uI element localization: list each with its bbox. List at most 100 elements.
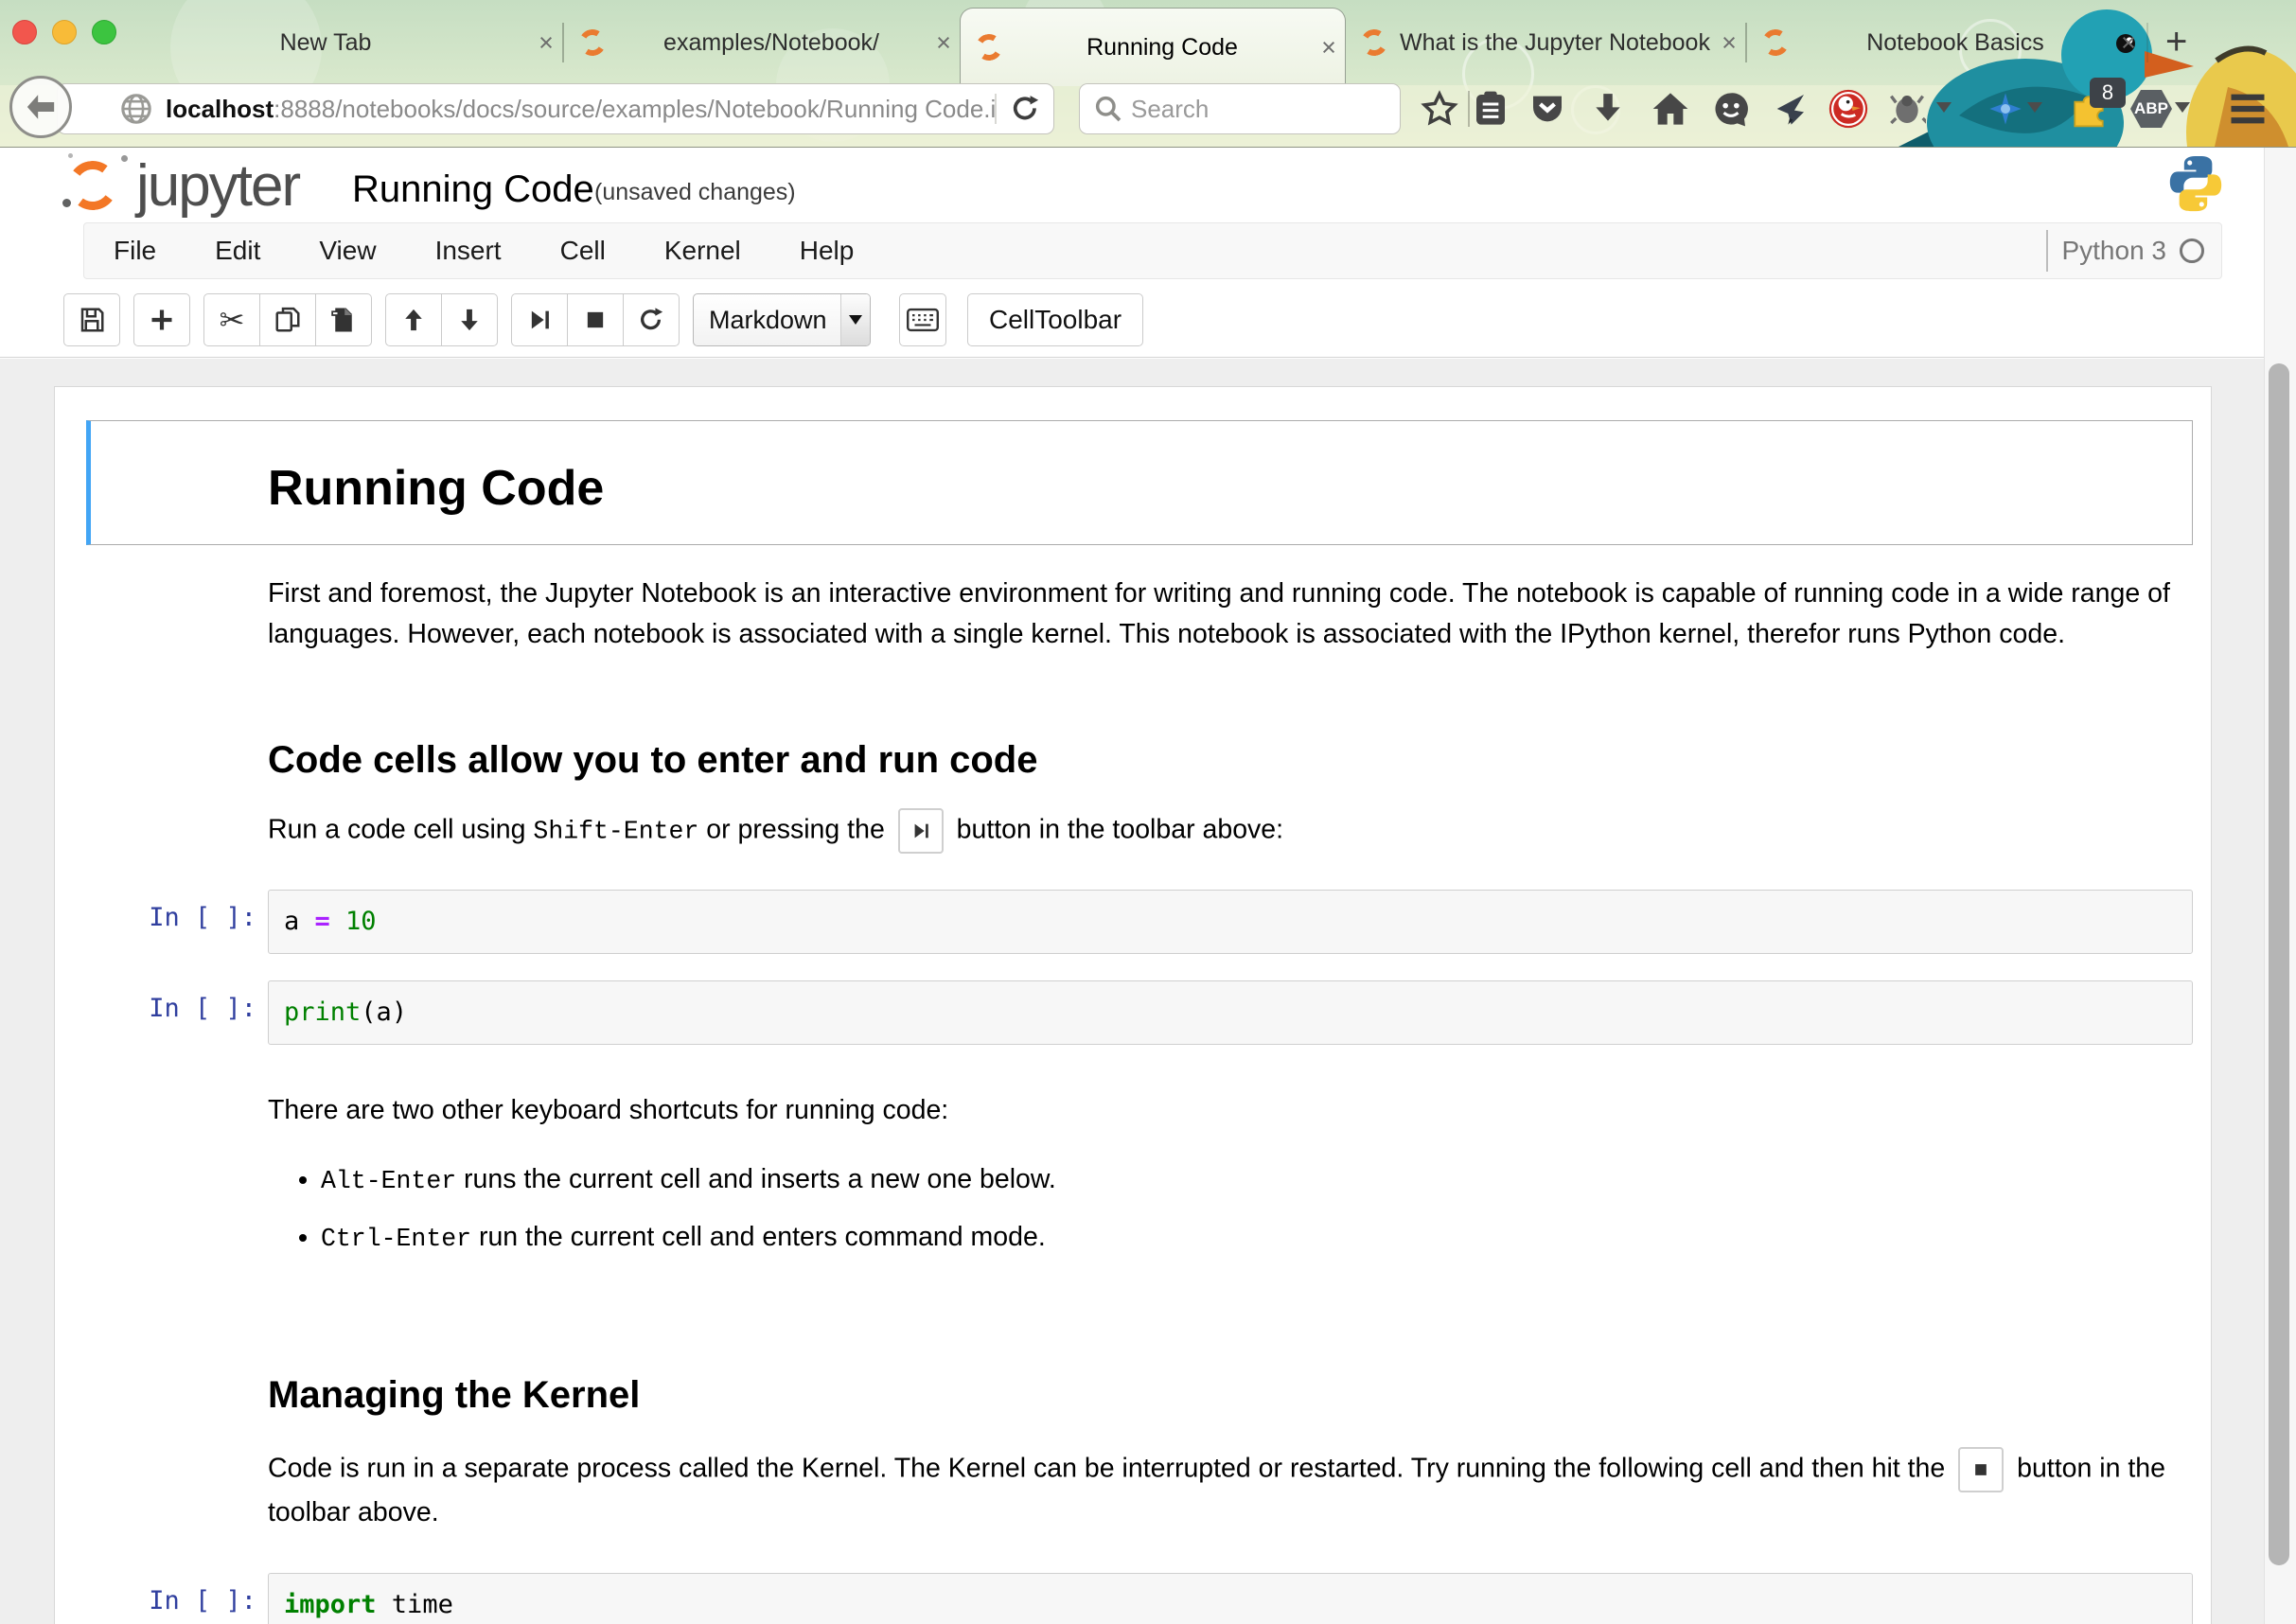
- reading-list-icon[interactable]: [1469, 87, 1512, 131]
- url-bar[interactable]: localhost:8888/notebooks/docs/source/exa…: [57, 83, 1054, 134]
- back-button[interactable]: [9, 76, 72, 138]
- bookmark-star-icon[interactable]: [1418, 87, 1461, 131]
- cell-type-select[interactable]: Markdown: [693, 293, 871, 346]
- markdown-cell-shortcuts[interactable]: There are two other keyboard shortcuts f…: [86, 1058, 2193, 1290]
- duckduckgo-icon[interactable]: [1827, 87, 1870, 131]
- window-close-button[interactable]: [12, 20, 37, 44]
- run-instruction-line: Run a code cell using Shift-Enter or pre…: [268, 808, 2193, 854]
- jupyter-logo-icon: [66, 155, 129, 214]
- tab-close-icon[interactable]: ×: [530, 28, 562, 58]
- inline-code-ctrl-enter: Ctrl-Enter: [321, 1225, 471, 1253]
- tab-examples-notebook[interactable]: examples/Notebook/ ×: [564, 0, 960, 85]
- tab-close-icon[interactable]: ×: [2112, 28, 2145, 58]
- checkpoint-status: (unsaved changes): [594, 179, 796, 206]
- code-cell-3: In [ ]: import time time.sleep(10): [86, 1556, 2193, 1624]
- kernel-divider: [2046, 230, 2048, 272]
- tab-close-icon[interactable]: ×: [1313, 33, 1345, 62]
- markdown-cell-kernel-text[interactable]: Code is run in a separate process called…: [86, 1430, 2193, 1556]
- notebook-h2-kernel: Managing the Kernel: [268, 1371, 2193, 1419]
- new-tab-button[interactable]: +: [2165, 25, 2187, 59]
- tab-label: What is the Jupyter Notebook: [1397, 29, 1713, 57]
- back-arrow-icon: [25, 93, 57, 121]
- markdown-cell-title[interactable]: Running Code: [86, 420, 2193, 545]
- adblock-plus-icon[interactable]: ABP: [2129, 87, 2173, 131]
- menu-cell[interactable]: Cell: [531, 236, 635, 266]
- step-forward-icon: [910, 821, 931, 841]
- run-cell-button[interactable]: [511, 293, 568, 346]
- interrupt-kernel-button[interactable]: [568, 293, 624, 346]
- code-input-1[interactable]: a = 10: [268, 890, 2193, 954]
- menu-help[interactable]: Help: [770, 236, 884, 266]
- menu-view[interactable]: View: [290, 236, 405, 266]
- extension-2-dropdown-caret[interactable]: [2027, 102, 2042, 113]
- tab-new-tab[interactable]: New Tab ×: [121, 0, 562, 85]
- scrollbar-track[interactable]: [2264, 148, 2296, 1624]
- jupyter-header: jupyter Running Code (unsaved changes): [0, 148, 2296, 221]
- refresh-icon: [638, 307, 664, 333]
- url-text[interactable]: localhost:8888/notebooks/docs/source/exa…: [166, 95, 995, 124]
- markdown-cell-run-instructions[interactable]: Run a code cell using Shift-Enter or pre…: [86, 795, 2193, 876]
- python-logo-icon: [2167, 153, 2224, 214]
- paste-cell-button[interactable]: [316, 293, 372, 346]
- jupyter-favicon-icon: [973, 31, 1004, 62]
- move-cell-down-button[interactable]: [442, 293, 498, 346]
- jupyter-favicon-icon: [576, 26, 608, 58]
- window-minimize-button[interactable]: [52, 20, 77, 44]
- inline-code-alt-enter: Alt-Enter: [321, 1167, 456, 1195]
- tab-notebook-basics[interactable]: Notebook Basics ×: [1747, 0, 2145, 85]
- copy-cell-button[interactable]: [260, 293, 316, 346]
- cell-type-value: Markdown: [709, 306, 840, 335]
- inline-code-shift-enter: Shift-Enter: [533, 818, 698, 846]
- extension-icon-1[interactable]: [1885, 87, 1929, 131]
- select-dropdown-strip: [840, 294, 870, 345]
- celltoolbar-button[interactable]: CellToolbar: [967, 293, 1143, 346]
- menu-edit[interactable]: Edit: [185, 236, 290, 266]
- notebook-title[interactable]: Running Code: [352, 168, 594, 211]
- tab-close-icon[interactable]: ×: [927, 28, 960, 58]
- menu-kernel[interactable]: Kernel: [635, 236, 770, 266]
- jupyter-logo[interactable]: jupyter: [66, 155, 299, 214]
- url-path: :8888/notebooks/docs/source/examples/Not…: [274, 95, 995, 123]
- adblock-dropdown-caret[interactable]: [2175, 102, 2190, 113]
- markdown-cell-code-cells[interactable]: Code cells allow you to enter and run co…: [86, 678, 2193, 795]
- command-palette-button[interactable]: [899, 293, 946, 346]
- stop-icon: [1971, 1460, 1990, 1479]
- arrow-down-icon: [456, 307, 483, 333]
- extension-1-dropdown-caret[interactable]: [1936, 102, 1952, 113]
- insert-cell-button[interactable]: [133, 293, 190, 346]
- menu-hamburger-icon[interactable]: [2226, 87, 2270, 131]
- search-bar[interactable]: Search: [1079, 83, 1401, 134]
- download-icon[interactable]: [1586, 87, 1630, 131]
- send-kite-icon[interactable]: [1768, 87, 1811, 131]
- markdown-cell-kernel-heading[interactable]: Managing the Kernel: [86, 1290, 2193, 1430]
- jupyter-wordmark: jupyter: [136, 159, 299, 214]
- input-prompt: In [ ]:: [86, 890, 268, 954]
- cut-cell-button[interactable]: ✂: [203, 293, 260, 346]
- home-icon[interactable]: [1649, 87, 1692, 131]
- tab-running-code-active[interactable]: Running Code ×: [960, 8, 1346, 86]
- save-icon: [78, 306, 106, 334]
- plus-icon: [149, 307, 175, 333]
- shortcuts-list: Alt-Enter runs the current cell and inse…: [268, 1159, 2193, 1260]
- window-zoom-button[interactable]: [92, 20, 116, 44]
- menu-file[interactable]: File: [84, 236, 185, 266]
- menu-insert[interactable]: Insert: [406, 236, 531, 266]
- markdown-cell-intro[interactable]: First and foremost, the Jupyter Notebook…: [86, 545, 2193, 678]
- code-input-3[interactable]: import time time.sleep(10): [268, 1573, 2193, 1624]
- jupyter-favicon-icon: [1358, 26, 1389, 58]
- tab-close-icon[interactable]: ×: [1713, 28, 1745, 58]
- save-button[interactable]: [63, 293, 120, 346]
- kernel-status-icon: [2180, 238, 2204, 263]
- reload-icon[interactable]: [1010, 94, 1040, 124]
- pocket-icon[interactable]: [1526, 87, 1569, 131]
- scissors-icon: ✂: [220, 305, 245, 335]
- move-cell-up-button[interactable]: [385, 293, 442, 346]
- tab-what-is-jupyter[interactable]: What is the Jupyter Notebook ×: [1346, 0, 1745, 85]
- code-input-2[interactable]: print(a): [268, 980, 2193, 1045]
- extension-icon-2[interactable]: [1984, 87, 2027, 131]
- menubar-row: File Edit View Insert Cell Kernel Help P…: [0, 221, 2296, 283]
- restart-kernel-button[interactable]: [624, 293, 680, 346]
- scrollbar-thumb[interactable]: [2269, 363, 2289, 1565]
- shortcuts-paragraph: There are two other keyboard shortcuts f…: [268, 1090, 2193, 1131]
- hello-smiley-icon[interactable]: [1709, 87, 1753, 131]
